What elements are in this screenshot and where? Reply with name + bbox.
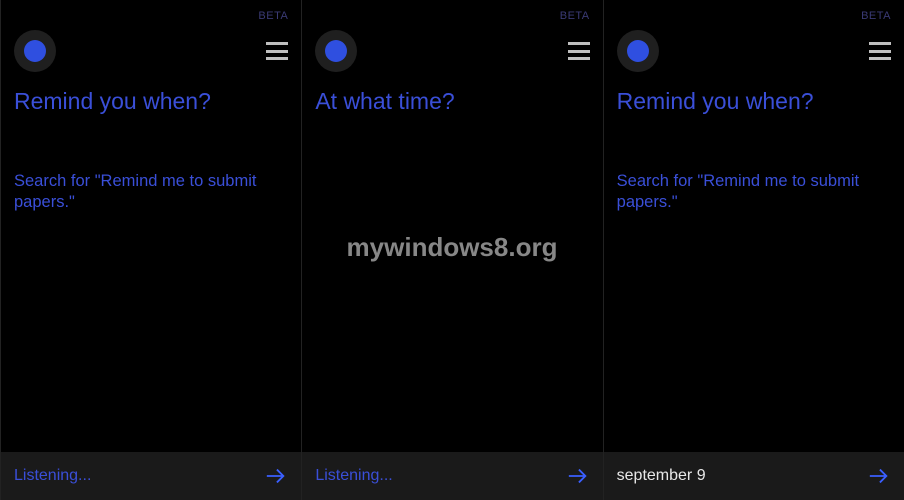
input-text[interactable]: Listening... <box>14 467 91 485</box>
prompt-text: Remind you when? <box>1 82 301 115</box>
prompt-text: Remind you when? <box>604 82 904 115</box>
submit-arrow-icon[interactable] <box>566 464 590 488</box>
input-text[interactable]: september 9 <box>617 467 706 485</box>
cortana-orb-inner <box>325 40 347 62</box>
beta-tag: BETA <box>560 10 590 22</box>
search-suggestion[interactable]: Search for "Remind me to submit papers." <box>604 115 904 214</box>
hamburger-menu-icon[interactable] <box>568 42 590 60</box>
header <box>302 0 602 82</box>
cortana-orb-icon[interactable] <box>617 30 659 72</box>
cortana-orb-inner <box>627 40 649 62</box>
header <box>604 0 904 82</box>
hamburger-menu-icon[interactable] <box>869 42 891 60</box>
input-bar[interactable]: september 9 <box>604 452 904 500</box>
cortana-panel-1: BETA Remind you when? Search for "Remind… <box>0 0 301 500</box>
input-bar[interactable]: Listening... <box>1 452 301 500</box>
cortana-orb-icon[interactable] <box>14 30 56 72</box>
input-text[interactable]: Listening... <box>315 467 392 485</box>
hamburger-menu-icon[interactable] <box>266 42 288 60</box>
input-bar[interactable]: Listening... <box>302 452 602 500</box>
cortana-panel-2: BETA At what time? Listening... <box>301 0 602 500</box>
prompt-text: At what time? <box>302 82 602 115</box>
search-suggestion[interactable]: Search for "Remind me to submit papers." <box>1 115 301 214</box>
beta-tag: BETA <box>258 10 288 22</box>
submit-arrow-icon[interactable] <box>867 464 891 488</box>
cortana-panel-3: BETA Remind you when? Search for "Remind… <box>603 0 904 500</box>
cortana-orb-icon[interactable] <box>315 30 357 72</box>
beta-tag: BETA <box>861 10 891 22</box>
header <box>1 0 301 82</box>
submit-arrow-icon[interactable] <box>264 464 288 488</box>
cortana-orb-inner <box>24 40 46 62</box>
